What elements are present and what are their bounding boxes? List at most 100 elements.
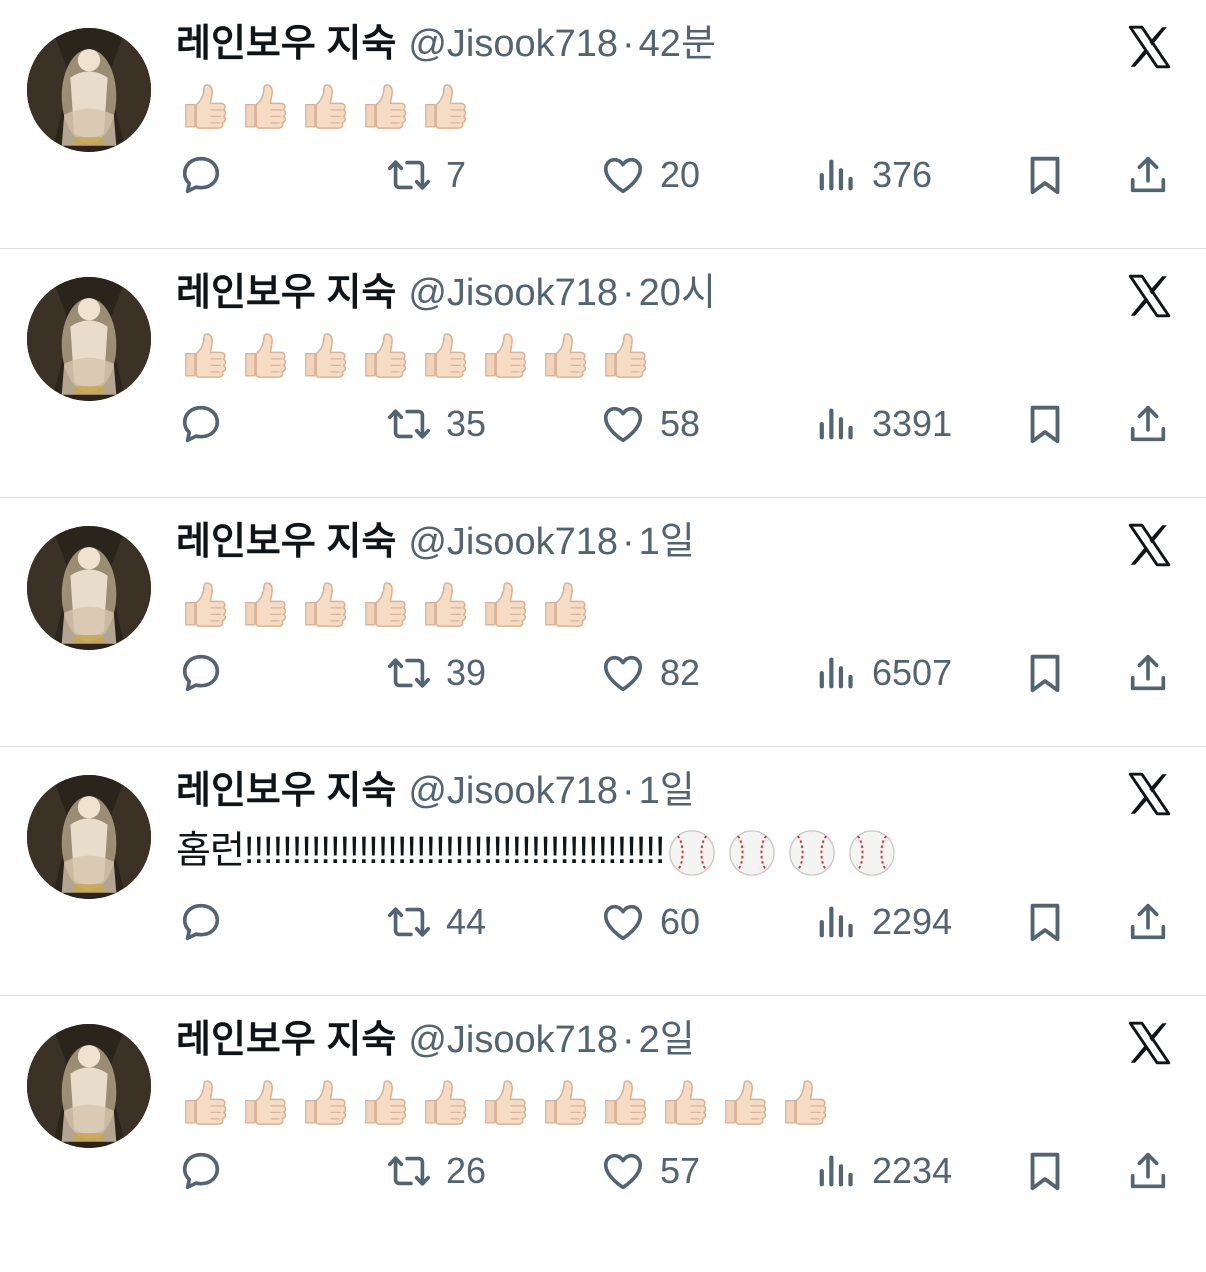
retweet-button[interactable]: 7 (386, 152, 466, 198)
display-name[interactable]: 레인보우 지숙 (176, 272, 396, 314)
timestamp[interactable]: 20시 (639, 272, 716, 314)
retweet-button[interactable]: 26 (386, 1148, 486, 1194)
reply-button[interactable] (178, 899, 224, 945)
share-button[interactable] (1125, 650, 1171, 696)
bookmark-button[interactable] (1022, 899, 1068, 945)
like-count: 60 (660, 901, 701, 942)
views-icon (812, 152, 858, 198)
reply-icon (178, 1148, 224, 1194)
thumbs-up-emoji (416, 80, 472, 132)
emoji-row (664, 830, 904, 876)
thumbs-up-emoji (356, 80, 412, 132)
thumbs-up-emoji (176, 329, 232, 381)
reply-button[interactable] (178, 401, 224, 447)
reply-button[interactable] (178, 650, 224, 696)
avatar[interactable] (27, 1024, 151, 1148)
x-logo-icon (1124, 769, 1174, 819)
share-button[interactable] (1125, 152, 1171, 198)
reply-icon (178, 152, 224, 198)
thumbs-up-emoji (236, 80, 292, 132)
reply-button[interactable] (178, 1148, 224, 1194)
thumbs-up-emoji (176, 578, 232, 630)
retweet-icon (386, 152, 432, 198)
avatar[interactable] (27, 526, 151, 650)
thumbs-up-emoji (476, 329, 532, 381)
thumbs-up-emoji (356, 329, 412, 381)
share-icon (1125, 152, 1171, 198)
share-icon (1125, 401, 1171, 447)
display-name[interactable]: 레인보우 지숙 (176, 1019, 396, 1061)
bookmark-icon (1022, 899, 1068, 945)
separator-dot: · (622, 521, 635, 563)
views-button[interactable]: 6507 (812, 650, 952, 696)
reply-button[interactable] (178, 152, 224, 198)
views-button[interactable]: 2234 (812, 1148, 952, 1194)
views-button[interactable]: 2294 (812, 899, 952, 945)
thumbs-up-emoji (176, 80, 232, 132)
avatar[interactable] (27, 775, 151, 899)
tweet-header: 레인보우 지숙 @Jisook718 · 1일 (176, 765, 695, 817)
tweet[interactable]: 레인보우 지숙 @Jisook718 · 2일 26 57 2234 (0, 996, 1206, 1245)
share-button[interactable] (1125, 899, 1171, 945)
views-icon (812, 401, 858, 447)
share-icon (1125, 650, 1171, 696)
avatar[interactable] (27, 28, 151, 152)
views-icon (812, 650, 858, 696)
bookmark-button[interactable] (1022, 1148, 1068, 1194)
like-button[interactable]: 60 (600, 899, 700, 945)
tweet[interactable]: 레인보우 지숙 @Jisook718 · 20시 35 58 3391 (0, 249, 1206, 498)
like-button[interactable]: 20 (600, 152, 700, 198)
like-button[interactable]: 82 (600, 650, 700, 696)
display-name[interactable]: 레인보우 지숙 (176, 521, 396, 563)
views-button[interactable]: 3391 (812, 401, 952, 447)
user-handle[interactable]: @Jisook718 (408, 1019, 618, 1061)
like-count: 82 (660, 652, 701, 693)
thumbs-up-emoji (356, 1076, 412, 1128)
retweet-button[interactable]: 44 (386, 899, 486, 945)
user-handle[interactable]: @Jisook718 (408, 770, 618, 812)
tweet[interactable]: 레인보우 지숙 @Jisook718 · 1일 39 82 6507 (0, 498, 1206, 747)
like-button[interactable]: 58 (600, 401, 700, 447)
user-handle[interactable]: @Jisook718 (408, 23, 618, 65)
share-button[interactable] (1125, 401, 1171, 447)
retweet-icon (386, 899, 432, 945)
bookmark-icon (1022, 401, 1068, 447)
views-button[interactable]: 376 (812, 152, 932, 198)
share-icon (1125, 899, 1171, 945)
thumbs-up-emoji (416, 329, 472, 381)
reply-icon (178, 401, 224, 447)
separator-dot: · (622, 770, 635, 812)
tweet-text-content: 홈런!!!!!!!!!!!!!!!!!!!!!!!!!!!!!!!!!!!!!!… (176, 830, 665, 872)
timestamp[interactable]: 42분 (639, 23, 716, 65)
heart-icon (600, 899, 646, 945)
timestamp[interactable]: 2일 (639, 1019, 695, 1061)
tweet[interactable]: 레인보우 지숙 @Jisook718 · 42분 7 20 376 (0, 0, 1206, 249)
view-count: 376 (872, 154, 933, 195)
tweet[interactable]: 레인보우 지숙 @Jisook718 · 1일 홈런!!!!!!!!!!!!!!!!!… (0, 747, 1206, 996)
retweet-button[interactable]: 39 (386, 650, 486, 696)
bookmark-button[interactable] (1022, 152, 1068, 198)
user-handle[interactable]: @Jisook718 (408, 521, 618, 563)
share-button[interactable] (1125, 1148, 1171, 1194)
thumbs-up-emoji (536, 329, 592, 381)
retweet-icon (386, 1148, 432, 1194)
timestamp[interactable]: 1일 (639, 770, 695, 812)
avatar[interactable] (27, 277, 151, 401)
x-logo-icon (1124, 1018, 1174, 1068)
retweet-button[interactable]: 35 (386, 401, 486, 447)
timestamp[interactable]: 1일 (639, 521, 695, 563)
bookmark-button[interactable] (1022, 650, 1068, 696)
display-name[interactable]: 레인보우 지숙 (176, 770, 396, 812)
user-handle[interactable]: @Jisook718 (408, 272, 618, 314)
reply-icon (178, 650, 224, 696)
like-button[interactable]: 57 (600, 1148, 700, 1194)
thumbs-up-emoji (236, 578, 292, 630)
thumbs-up-emoji (296, 1076, 352, 1128)
display-name[interactable]: 레인보우 지숙 (176, 23, 396, 65)
bookmark-button[interactable] (1022, 401, 1068, 447)
reply-icon (178, 899, 224, 945)
retweet-icon (386, 650, 432, 696)
views-icon (812, 1148, 858, 1194)
retweet-count: 35 (446, 403, 487, 444)
tweet-feed: 레인보우 지숙 @Jisook718 · 42분 7 20 376 레인보우 지숙 @J… (0, 0, 1206, 1245)
